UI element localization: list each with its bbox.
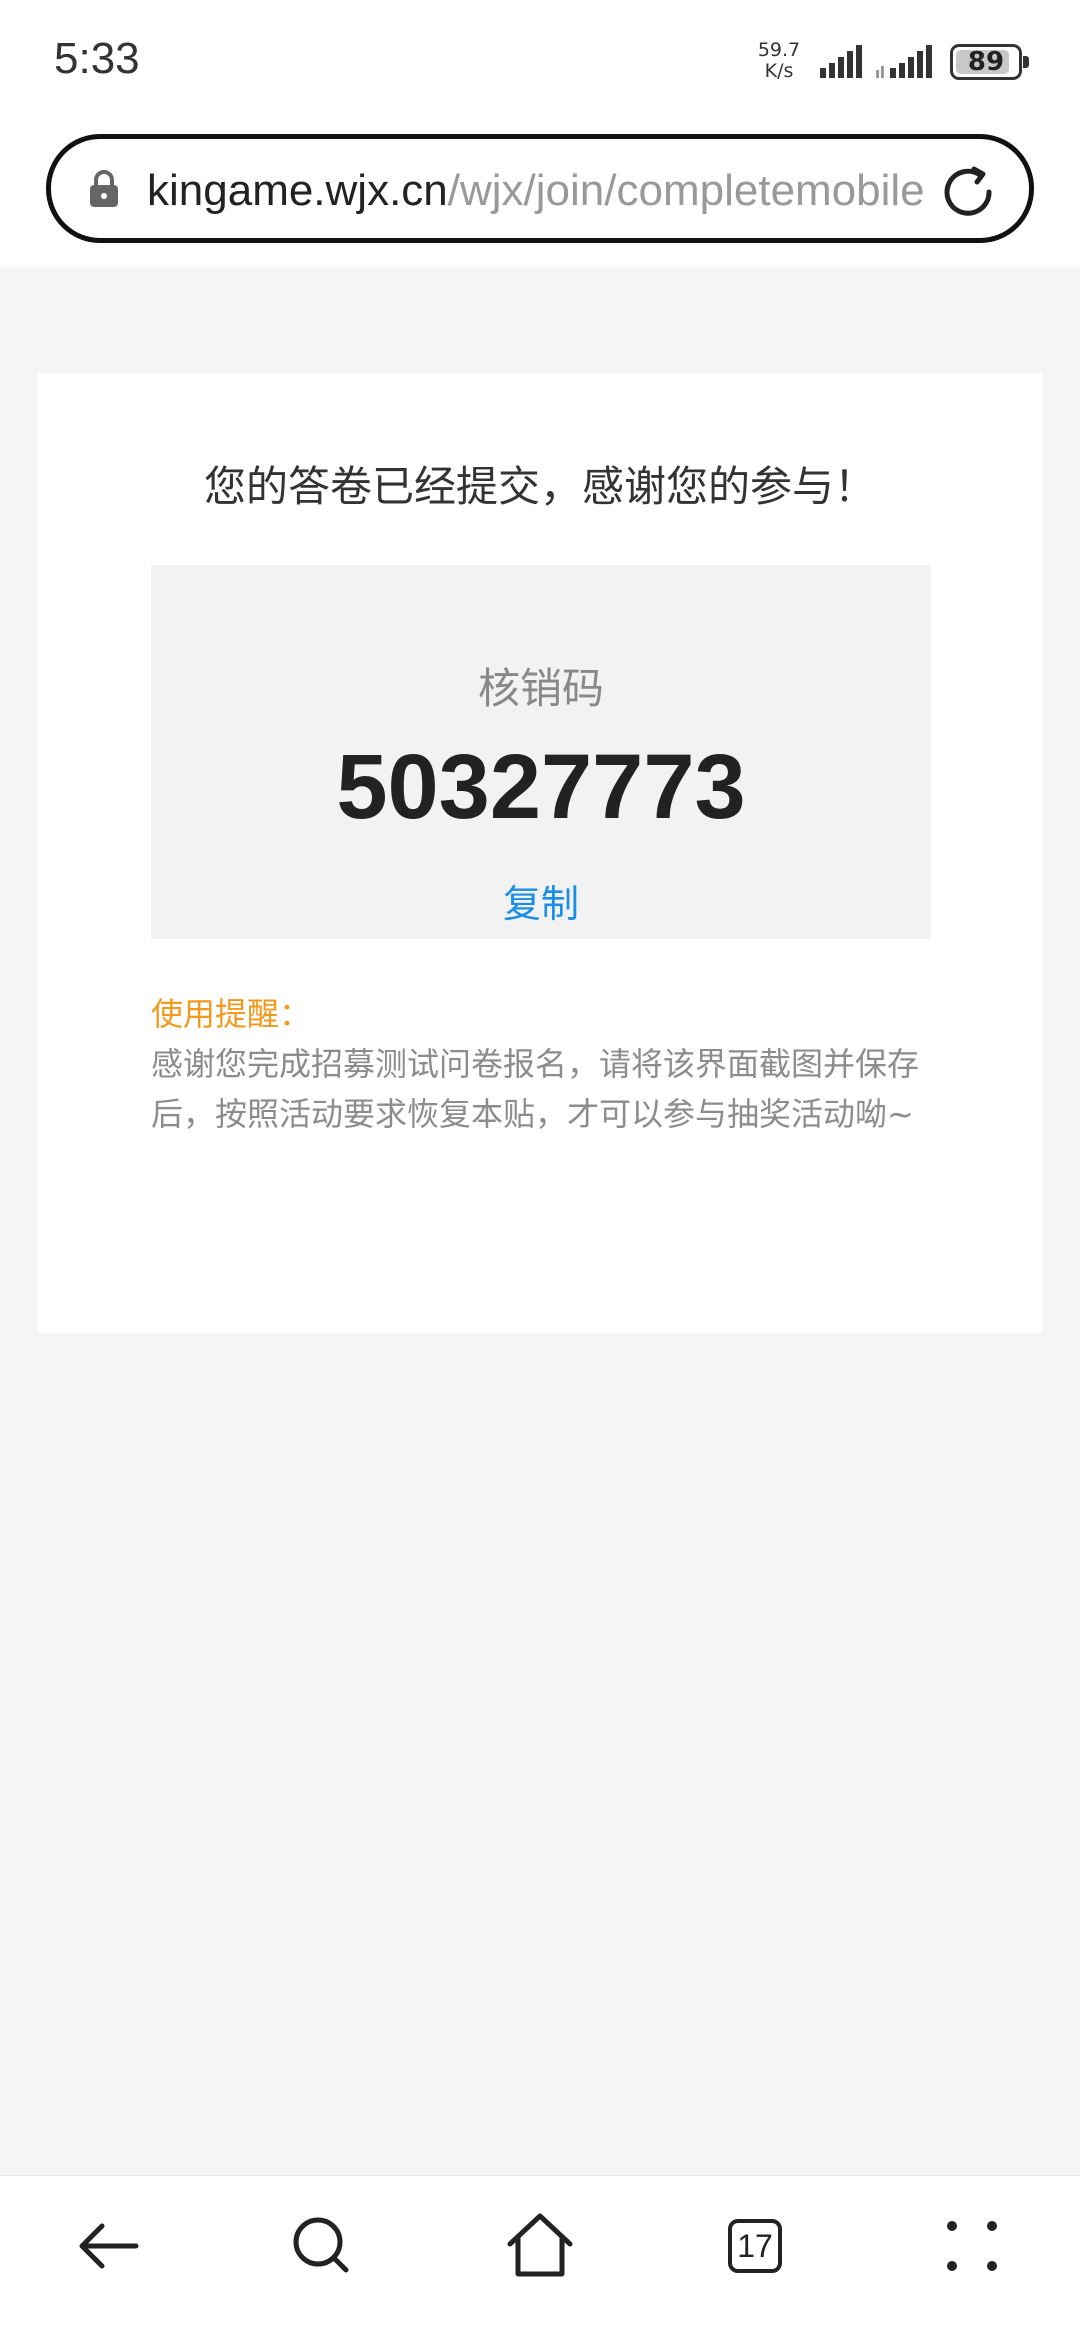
signal-strength-2-icon <box>876 45 932 78</box>
copy-code-button[interactable]: 复制 <box>151 873 931 928</box>
refresh-icon[interactable] <box>939 163 997 221</box>
browser-bottom-nav: 17 <box>0 2175 1080 2331</box>
back-arrow-icon <box>79 2223 139 2269</box>
search-icon <box>293 2217 349 2273</box>
back-button[interactable] <box>68 2206 148 2286</box>
home-button[interactable] <box>500 2206 580 2286</box>
network-speed-unit: K/s <box>764 60 794 82</box>
address-bar[interactable]: kingame.wjx.cn/wjx/join/completemobile <box>46 134 1034 243</box>
status-bar: 5:33 59.7 K/s 89 <box>0 0 1080 125</box>
submission-success-message: 您的答卷已经提交，感谢您的参与！ <box>203 462 876 511</box>
signal-strength-icon <box>820 45 862 78</box>
tabs-button[interactable]: 17 <box>715 2206 795 2286</box>
tab-count: 17 <box>728 2219 782 2273</box>
browser-top-bar: 5:33 59.7 K/s 89 kingame.wjx.cn/wjx/join… <box>0 0 1080 268</box>
verification-code-value: 50327773 <box>336 736 746 838</box>
lock-icon <box>90 170 118 207</box>
url-path: /wjx/join/completemobile <box>447 166 925 215</box>
status-time: 5:33 <box>54 34 140 83</box>
usage-tip-title: 使用提醒： <box>151 995 312 1033</box>
url-domain: kingame.wjx.cn <box>147 166 448 215</box>
search-button[interactable] <box>282 2206 362 2286</box>
home-icon <box>507 2213 573 2277</box>
submission-card: 您的答卷已经提交，感谢您的参与！ 核销码 50327773 复制 使用提醒： 感… <box>38 373 1042 1333</box>
more-dots-icon <box>947 2221 997 2271</box>
network-speed-value: 59.7 <box>757 39 801 61</box>
network-speed: 59.7 K/s <box>756 40 802 82</box>
usage-tip-text: 感谢您完成招募测试问卷报名，请将该界面截图并保存后，按照活动要求恢复本贴，才可以… <box>151 1045 920 1133</box>
url-text[interactable]: kingame.wjx.cn/wjx/join/completemobile <box>147 163 955 219</box>
verification-code-label: 核销码 <box>477 664 604 713</box>
battery-icon: 89 <box>950 44 1022 80</box>
battery-cap <box>1023 56 1029 68</box>
verification-code-box: 核销码 50327773 复制 <box>151 565 931 939</box>
battery-level-text: 89 <box>967 47 1005 77</box>
menu-button[interactable] <box>932 2206 1012 2286</box>
